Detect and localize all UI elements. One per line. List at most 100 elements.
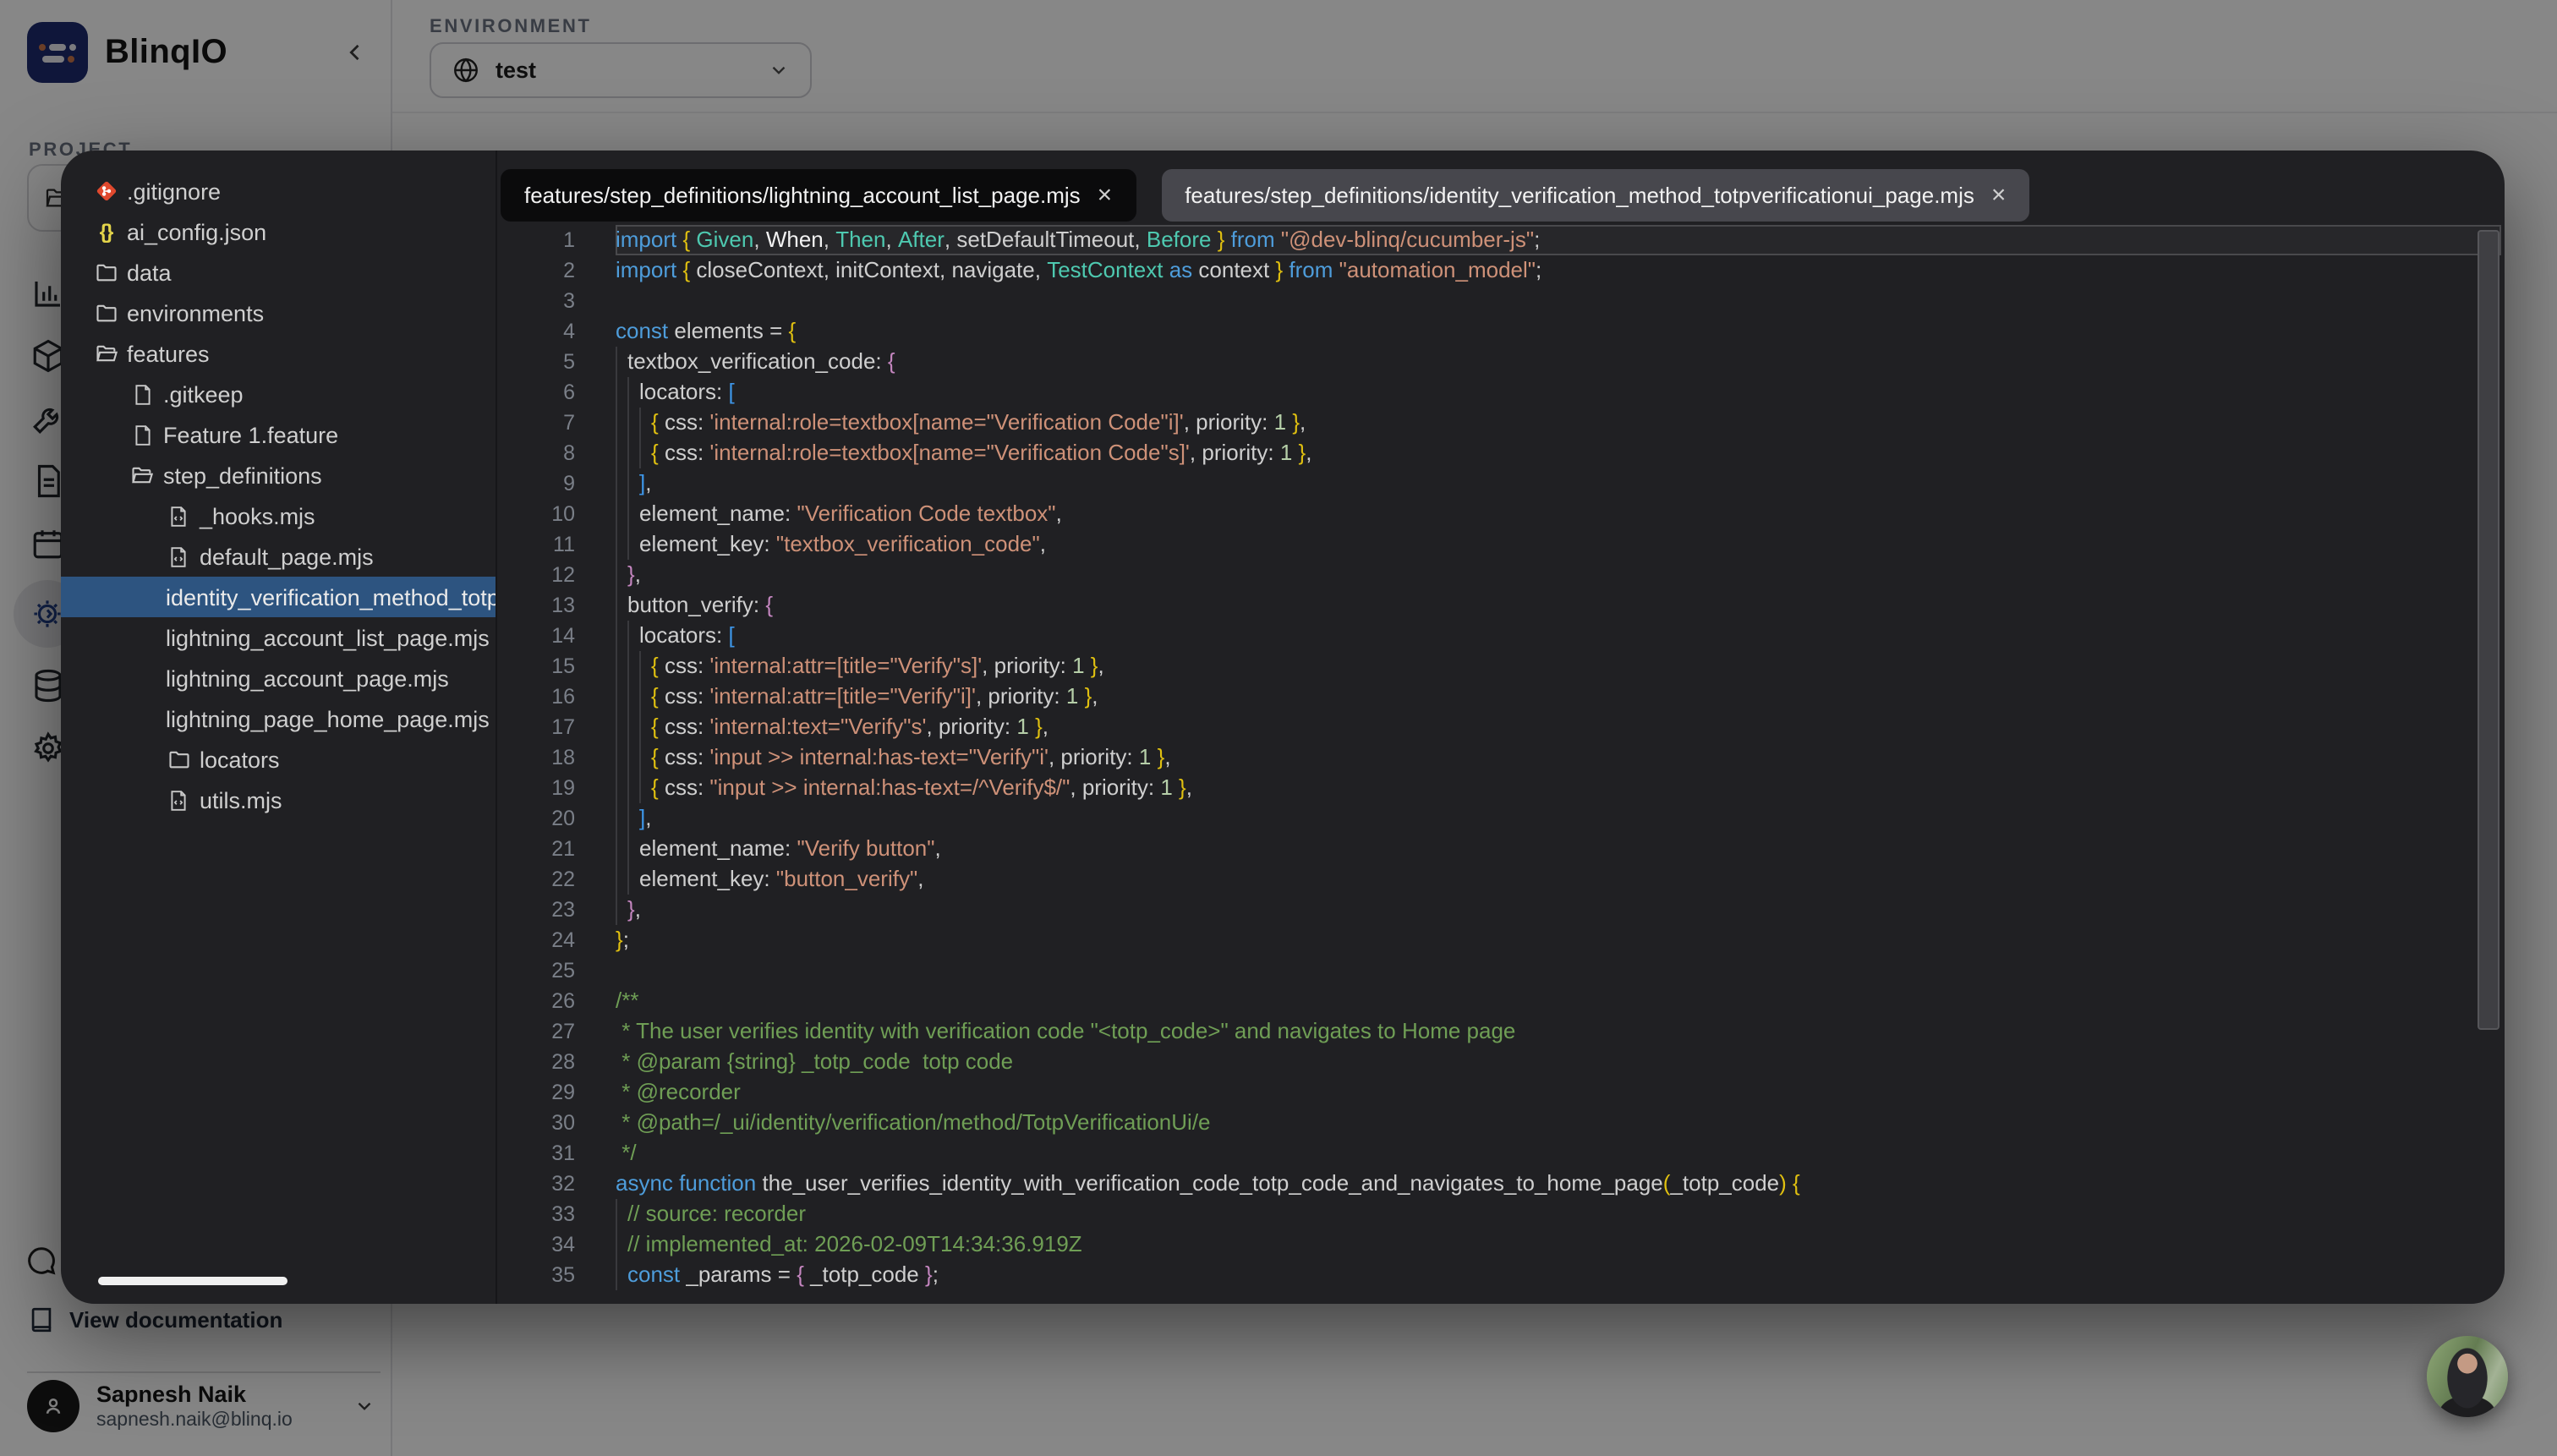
code-line-6[interactable]: 6locators: [ [497,377,2505,408]
token: from [1289,255,1333,286]
line-content: { css: 'internal:attr=[title="Verify"i]'… [616,681,2505,712]
tree-item-environments[interactable]: environments [61,293,496,333]
token: { [651,438,665,468]
token: } [1078,681,1092,712]
indent-guide [627,438,639,468]
support-avatar-button[interactable] [2427,1336,2508,1417]
tree-item-step_definitions[interactable]: step_definitions [61,455,496,495]
code-line-33[interactable]: 33// source: recorder [497,1199,2505,1229]
code-line-24[interactable]: 24}; [497,925,2505,955]
tree-item-data[interactable]: data [61,252,496,293]
code-line-9[interactable]: 9], [497,468,2505,499]
code-line-7[interactable]: 7{ css: 'internal:role=textbox[name="Ver… [497,408,2505,438]
editor-tab-2[interactable]: features/step_definitions/identity_verif… [1161,169,2029,222]
code-line-21[interactable]: 21element_name: "Verify button", [497,834,2505,864]
code-line-18[interactable]: 18{ css: 'input >> internal:has-text="Ve… [497,742,2505,773]
code-editor[interactable]: 1import { Given, When, Then, After, setD… [497,225,2505,1304]
code-editor-modal: .gitignore{}ai_config.jsondata environmen… [61,151,2505,1304]
app-root: BlinqIO PROJECT View documentation [0,0,2557,1456]
code-line-23[interactable]: 23}, [497,895,2505,925]
code-line-16[interactable]: 16{ css: 'internal:attr=[title="Verify"i… [497,681,2505,712]
token: const [627,1260,680,1290]
token: "automation_model" [1333,255,1536,286]
tree-item-utils.mjs[interactable]: utils.mjs [61,780,496,820]
line-number: 35 [497,1260,575,1290]
line-content: import { closeContext, initContext, navi… [616,255,2505,286]
code-line-14[interactable]: 14locators: [ [497,621,2505,651]
token: // source: recorder [627,1199,806,1229]
tree-item-locators[interactable]: locators [61,739,496,780]
code-line-28[interactable]: 28 * @param {string} _totp_code totp cod… [497,1047,2505,1077]
tree-item-lightning_account_page.mjs[interactable]: lightning_account_page.mjs [61,658,496,698]
token: 'internal:attr=[title="Verify"s]' [709,651,982,681]
line-number: 19 [497,773,575,803]
token: "button_verify" [776,864,917,895]
code-line-17[interactable]: 17{ css: 'internal:text="Verify"s', prio… [497,712,2505,742]
code-line-31[interactable]: 31 */ [497,1138,2505,1169]
token: css: [665,651,709,681]
token: { [676,225,696,255]
code-line-5[interactable]: 5textbox_verification_code: { [497,347,2505,377]
code-line-35[interactable]: 35const _params = { _totp_code }; [497,1260,2505,1290]
tree-item-.gitkeep[interactable]: .gitkeep [61,374,496,414]
code-line-11[interactable]: 11element_key: "textbox_verification_cod… [497,529,2505,560]
tree-item-_hooks.mjs[interactable]: _hooks.mjs [61,495,496,536]
indent-guide [627,529,639,560]
token: "@dev-blinq/cucumber-js" [1275,225,1534,255]
code-line-13[interactable]: 13button_verify: { [497,590,2505,621]
code-line-25[interactable]: 25 [497,955,2505,986]
line-number: 20 [497,803,575,834]
line-content: * The user verifies identity with verifi… [616,1016,2505,1047]
code-line-20[interactable]: 20], [497,803,2505,834]
code-line-15[interactable]: 15{ css: 'internal:attr=[title="Verify"s… [497,651,2505,681]
tree-item-label: environments [127,300,264,326]
code-line-22[interactable]: 22element_key: "button_verify", [497,864,2505,895]
indent-guide [616,803,627,834]
token: } [627,895,635,925]
close-icon[interactable]: × [1991,183,2007,208]
tree-item-feature-1.feature[interactable]: Feature 1.feature [61,414,496,455]
code-line-29[interactable]: 29 * @recorder [497,1077,2505,1108]
token: css: [665,408,709,438]
code-line-3[interactable]: 3 [497,286,2505,316]
editor-tab-1[interactable]: features/step_definitions/lightning_acco… [501,169,1136,222]
file-code-icon [166,503,191,528]
tree-item-features[interactable]: features [61,333,496,374]
code-line-2[interactable]: 2import { closeContext, initContext, nav… [497,255,2505,286]
file-code-icon [166,787,191,813]
token: elements = [668,316,788,347]
tree-item-lightning_page_home_page.mjs[interactable]: lightning_page_home_page.mjs [61,698,496,739]
code-line-27[interactable]: 27 * The user verifies identity with ver… [497,1016,2505,1047]
code-line-12[interactable]: 12}, [497,560,2505,590]
indent-guide [639,742,651,773]
token: locators: [639,377,729,408]
code-line-4[interactable]: 4const elements = { [497,316,2505,347]
token: css: [665,681,709,712]
tree-item-.gitignore[interactable]: .gitignore [61,171,496,211]
tree-horizontal-scrollbar[interactable] [98,1277,287,1285]
token: "textbox_verification_code" [776,529,1040,560]
tree-item-ai_config.json[interactable]: {}ai_config.json [61,211,496,252]
token: , priority: [926,712,1016,742]
tree-item-default_page.mjs[interactable]: default_page.mjs [61,536,496,577]
tree-item-identity_verification_method_totpverificationui_page.mjs[interactable]: identity_verification_method_totpverific… [61,577,496,617]
line-number: 5 [497,347,575,377]
editor-vertical-scrollbar[interactable] [2478,230,2500,1030]
code-line-10[interactable]: 10element_name: "Verification Code textb… [497,499,2505,529]
code-line-26[interactable]: 26/** [497,986,2505,1016]
code-line-34[interactable]: 34// implemented_at: 2026-02-09T14:34:36… [497,1229,2505,1260]
token: css: [665,438,709,468]
token: When [766,225,824,255]
tree-item-lightning_account_list_page.mjs[interactable]: lightning_account_list_page.mjs [61,617,496,658]
code-line-19[interactable]: 19{ css: "input >> internal:has-text=/^V… [497,773,2505,803]
indent-guide [616,712,627,742]
code-line-30[interactable]: 30 * @path=/_ui/identity/verification/me… [497,1108,2505,1138]
indent-guide [627,377,639,408]
line-content: }, [616,895,2505,925]
code-line-8[interactable]: 8{ css: 'internal:role=textbox[name="Ver… [497,438,2505,468]
code-line-32[interactable]: 32async function the_user_verifies_ident… [497,1169,2505,1199]
close-icon[interactable]: × [1098,183,1113,208]
code-line-1[interactable]: 1import { Given, When, Then, After, setD… [497,225,2505,255]
indent-guide [627,742,639,773]
token: , [645,803,651,834]
